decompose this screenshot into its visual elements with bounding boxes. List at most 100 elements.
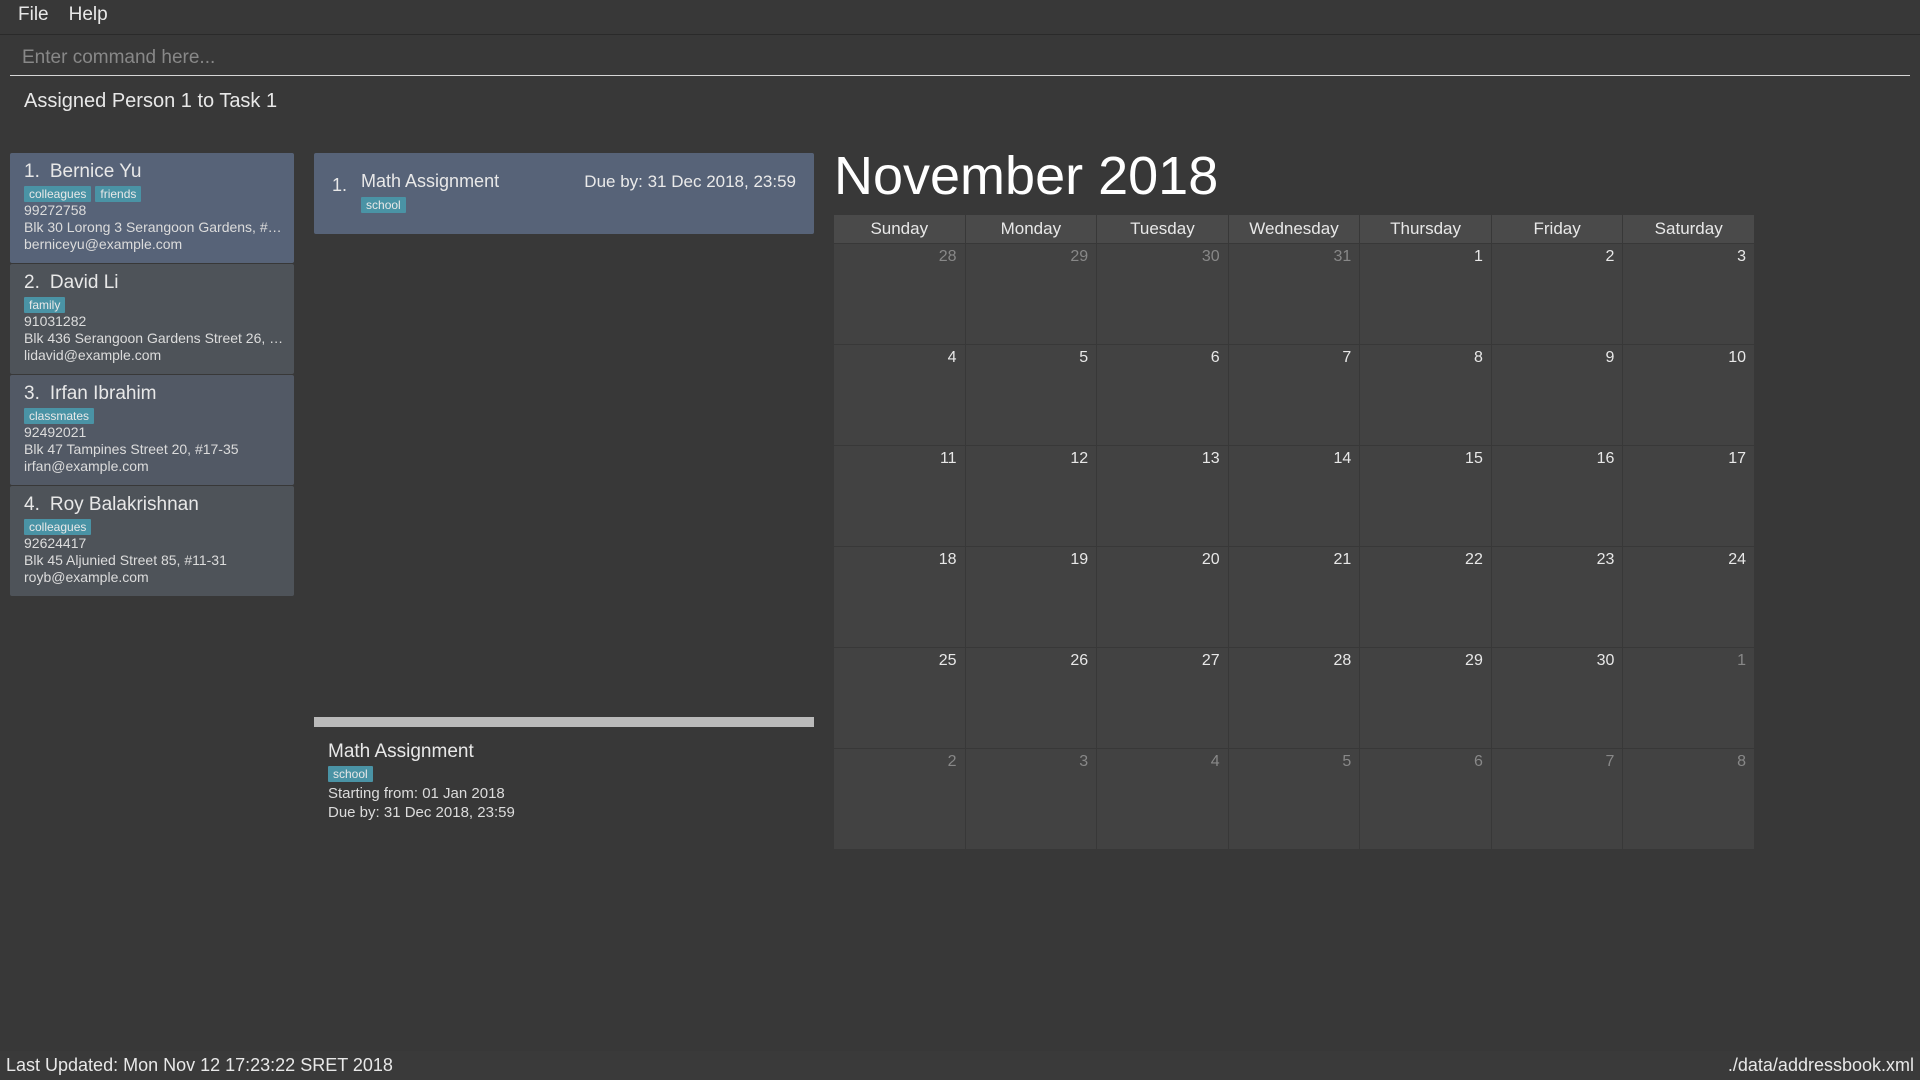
calendar-date: 24 (1728, 551, 1746, 569)
calendar-cell[interactable]: 12 (966, 446, 1097, 546)
scrollbar[interactable] (314, 717, 814, 727)
calendar-cell[interactable]: 5 (1229, 749, 1360, 849)
calendar-day-header: Monday (966, 215, 1097, 243)
calendar-cell[interactable]: 30 (1492, 648, 1623, 748)
calendar-cell[interactable]: 31 (1229, 244, 1360, 344)
calendar-date: 30 (1202, 248, 1220, 266)
task-detail-title: Math Assignment (328, 741, 800, 763)
calendar-cell[interactable]: 1 (1360, 244, 1491, 344)
person-email: royb@example.com (24, 569, 284, 586)
calendar-cell[interactable]: 29 (1360, 648, 1491, 748)
tag: family (24, 297, 65, 313)
calendar-title: November 2018 (834, 153, 1904, 207)
calendar-day-header: Saturday (1623, 215, 1754, 243)
calendar-cell[interactable]: 3 (1623, 244, 1754, 344)
calendar-date: 31 (1333, 248, 1351, 266)
person-address: Blk 45 Aljunied Street 85, #11-31 (24, 552, 284, 569)
calendar-date: 15 (1465, 450, 1483, 468)
person-phone: 92624417 (24, 535, 284, 552)
calendar-date: 6 (1474, 753, 1483, 771)
calendar-cell[interactable]: 15 (1360, 446, 1491, 546)
calendar-day-header: Friday (1492, 215, 1623, 243)
task-detail-due: Due by: 31 Dec 2018, 23:59 (328, 804, 800, 821)
tag: colleagues (24, 519, 91, 535)
person-index: 2. (24, 272, 40, 293)
calendar-cell[interactable]: 1 (1623, 648, 1754, 748)
calendar-date: 25 (939, 652, 957, 670)
person-phone: 99272758 (24, 202, 284, 219)
scrollbar-thumb[interactable] (314, 717, 814, 727)
calendar-cell[interactable]: 19 (966, 547, 1097, 647)
person-name: Roy Balakrishnan (50, 494, 199, 515)
calendar-date: 8 (1474, 349, 1483, 367)
calendar-cell[interactable]: 6 (1360, 749, 1491, 849)
status-message: Assigned Person 1 to Task 1 (0, 76, 1920, 153)
calendar-cell[interactable]: 28 (834, 244, 965, 344)
calendar-cell[interactable]: 22 (1360, 547, 1491, 647)
calendar-cell[interactable]: 18 (834, 547, 965, 647)
calendar-date: 3 (1737, 248, 1746, 266)
calendar-cell[interactable]: 26 (966, 648, 1097, 748)
person-address: Blk 30 Lorong 3 Serangoon Gardens, #… (24, 219, 284, 236)
calendar-date: 28 (939, 248, 957, 266)
calendar-cell[interactable]: 14 (1229, 446, 1360, 546)
calendar-cell[interactable]: 3 (966, 749, 1097, 849)
calendar-cell[interactable]: 25 (834, 648, 965, 748)
task-card[interactable]: 1. Math Assignment Due by: 31 Dec 2018, … (314, 153, 814, 234)
person-name: Irfan Ibrahim (50, 383, 157, 404)
calendar-cell[interactable]: 23 (1492, 547, 1623, 647)
person-card[interactable]: 2.David Li family 91031282 Blk 436 Seran… (10, 264, 294, 374)
calendar-cell[interactable]: 4 (1097, 749, 1228, 849)
calendar-date: 4 (1211, 753, 1220, 771)
calendar-day-header: Tuesday (1097, 215, 1228, 243)
calendar-cell[interactable]: 8 (1623, 749, 1754, 849)
calendar-cell[interactable]: 7 (1492, 749, 1623, 849)
main-area: 1.Bernice Yu colleaguesfriends 99272758 … (0, 153, 1920, 1051)
calendar-cell[interactable]: 9 (1492, 345, 1623, 445)
calendar-cell[interactable]: 10 (1623, 345, 1754, 445)
calendar-date: 10 (1728, 349, 1746, 367)
calendar-date: 9 (1606, 349, 1615, 367)
calendar-cell[interactable]: 6 (1097, 345, 1228, 445)
footer: Last Updated: Mon Nov 12 17:23:22 SRET 2… (0, 1051, 1920, 1080)
task-detail-panel: Math Assignment school Starting from: 01… (314, 741, 814, 821)
task-detail-start: Starting from: 01 Jan 2018 (328, 785, 800, 802)
calendar-cell[interactable]: 20 (1097, 547, 1228, 647)
calendar-date: 5 (1342, 753, 1351, 771)
calendar-date: 14 (1333, 450, 1351, 468)
calendar-cell[interactable]: 4 (834, 345, 965, 445)
calendar-cell[interactable]: 21 (1229, 547, 1360, 647)
calendar-cell[interactable]: 7 (1229, 345, 1360, 445)
calendar-date: 19 (1070, 551, 1088, 569)
command-input[interactable] (10, 41, 1910, 76)
calendar-cell[interactable]: 11 (834, 446, 965, 546)
calendar-cell[interactable]: 27 (1097, 648, 1228, 748)
person-email: berniceyu@example.com (24, 236, 284, 253)
person-card[interactable]: 4.Roy Balakrishnan colleagues 92624417 B… (10, 486, 294, 596)
calendar-date: 2 (1606, 248, 1615, 266)
tag: friends (95, 186, 141, 202)
calendar-cell[interactable]: 16 (1492, 446, 1623, 546)
calendar-cell[interactable]: 2 (834, 749, 965, 849)
calendar-date: 2 (948, 753, 957, 771)
calendar-cell[interactable]: 29 (966, 244, 1097, 344)
calendar-cell[interactable]: 17 (1623, 446, 1754, 546)
calendar-cell[interactable]: 24 (1623, 547, 1754, 647)
calendar-cell[interactable]: 2 (1492, 244, 1623, 344)
calendar-cell[interactable]: 13 (1097, 446, 1228, 546)
person-email: lidavid@example.com (24, 347, 284, 364)
calendar-date: 21 (1333, 551, 1351, 569)
menu-file[interactable]: File (18, 4, 49, 26)
tag: colleagues (24, 186, 91, 202)
person-card[interactable]: 3.Irfan Ibrahim classmates 92492021 Blk … (10, 375, 294, 485)
tasks-column: 1. Math Assignment Due by: 31 Dec 2018, … (314, 153, 814, 1051)
calendar-cell[interactable]: 8 (1360, 345, 1491, 445)
calendar-cell[interactable]: 28 (1229, 648, 1360, 748)
menu-help[interactable]: Help (69, 4, 108, 26)
person-card[interactable]: 1.Bernice Yu colleaguesfriends 99272758 … (10, 153, 294, 263)
calendar-cell[interactable]: 5 (966, 345, 1097, 445)
calendar-cell[interactable]: 30 (1097, 244, 1228, 344)
calendar-date: 29 (1465, 652, 1483, 670)
calendar-date: 30 (1597, 652, 1615, 670)
calendar-date: 22 (1465, 551, 1483, 569)
